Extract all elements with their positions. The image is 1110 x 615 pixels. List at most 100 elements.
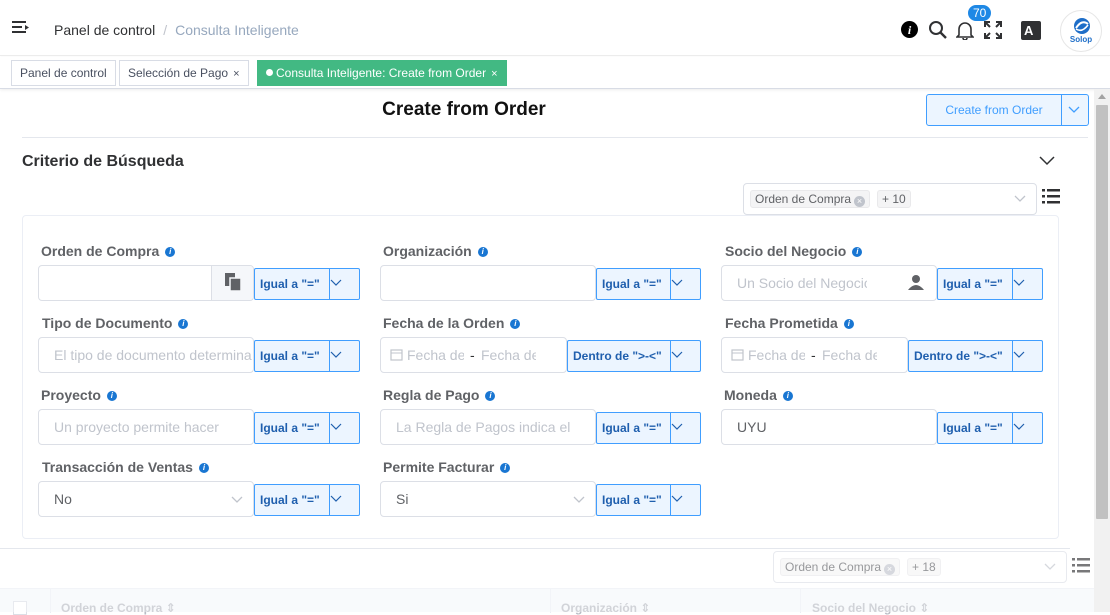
scroll-up-arrow-icon[interactable] — [1098, 93, 1106, 99]
list-settings-icon[interactable] — [1072, 557, 1090, 574]
operator-label: Igual a "=" — [602, 277, 662, 291]
operator-dropdown[interactable] — [1012, 413, 1042, 443]
operator-select-tipo-de-documento[interactable]: Igual a "=" — [254, 340, 360, 372]
bell-icon[interactable] — [956, 21, 974, 40]
info-icon[interactable]: i — [165, 247, 176, 257]
operator-dropdown[interactable] — [670, 341, 700, 371]
chip-close-icon[interactable]: × — [884, 564, 896, 575]
create-from-order-button[interactable]: Create from Order — [926, 94, 1089, 126]
transaccion-de-ventas-select[interactable]: No — [38, 481, 254, 517]
operator-select-proyecto[interactable]: Igual a "=" — [254, 412, 360, 444]
fecha-prometida-range[interactable]: Fecha de - Fecha de — [721, 337, 908, 373]
info-icon[interactable]: i — [198, 463, 209, 473]
operator-select-moneda[interactable]: Igual a "=" — [937, 412, 1043, 444]
info-icon[interactable]: i — [500, 463, 511, 473]
navbar: Panel de control / Consulta Inteligente i … — [0, 0, 1110, 56]
close-icon[interactable]: × — [233, 68, 239, 80]
operator-select-transaccion-de-ventas[interactable]: Igual a "=" — [254, 484, 360, 516]
close-icon[interactable]: × — [491, 68, 497, 80]
chevron-down-icon — [1013, 423, 1025, 430]
tab-seleccion-de-pago[interactable]: Selección de Pago × — [119, 60, 249, 86]
tab-consulta-inteligente[interactable]: Consulta Inteligente: Create from Order × — [257, 60, 507, 86]
organizacion-input[interactable] — [380, 265, 596, 301]
list-settings-icon[interactable] — [1042, 188, 1060, 205]
avatar-label: Solop — [1069, 35, 1093, 44]
field-label-orden-de-compra: Orden de Compra i — [41, 243, 176, 259]
info-icon[interactable]: i — [485, 391, 496, 401]
operator-dropdown[interactable] — [329, 413, 359, 443]
tags-view: Panel de control Selección de Pago × Cons… — [0, 57, 1110, 89]
field-label-fecha-prometida: Fecha Prometida i — [725, 315, 854, 331]
info-icon[interactable]: i — [852, 247, 863, 257]
tab-label: Panel de control — [20, 66, 107, 80]
select-value: Si — [396, 491, 409, 507]
operator-select-orden-de-compra[interactable]: Igual a "=" — [254, 268, 360, 300]
operator-dropdown[interactable] — [670, 269, 700, 299]
operator-dropdown[interactable] — [670, 413, 700, 443]
info-icon[interactable]: i — [901, 21, 918, 38]
document-button[interactable] — [211, 266, 253, 300]
permite-facturar-select[interactable]: Si — [380, 481, 596, 517]
chevron-down-icon[interactable] — [1038, 154, 1056, 168]
orden-de-compra-input[interactable] — [38, 265, 254, 301]
fecha-de-la-orden-range[interactable]: Fecha de - Fecha de — [380, 337, 567, 373]
operator-dropdown[interactable] — [1012, 269, 1042, 299]
chevron-down-icon[interactable] — [1067, 104, 1081, 116]
more-columns-chip: + 18 — [907, 558, 941, 576]
start-date-input[interactable]: Fecha de — [407, 338, 464, 372]
table-columns-selector[interactable]: Orden de Compra × + 18 — [773, 551, 1067, 583]
tipo-de-documento-input[interactable]: El tipo de documento determina — [38, 337, 254, 373]
info-icon[interactable]: i — [843, 319, 854, 329]
info-icon[interactable]: i — [477, 247, 488, 257]
tab-panel-de-control[interactable]: Panel de control — [11, 60, 116, 86]
chip-close-icon[interactable]: × — [854, 196, 866, 207]
scrollbar-thumb[interactable] — [1096, 105, 1108, 519]
selected-column-chip[interactable]: Orden de Compra × — [780, 558, 901, 576]
chevron-down-icon — [1013, 351, 1025, 358]
language-icon[interactable]: A — [1021, 21, 1041, 40]
moneda-input[interactable]: UYU — [721, 409, 937, 445]
column-header-orden-de-compra[interactable]: Orden de Compra ⇕ — [61, 601, 176, 615]
operator-select-regla-de-pago[interactable]: Igual a "=" — [596, 412, 701, 444]
operator-select-organizacion[interactable]: Igual a "=" — [596, 268, 701, 300]
column-divider — [550, 589, 551, 613]
start-date-input[interactable]: Fecha de — [748, 338, 805, 372]
info-icon[interactable]: i — [510, 319, 521, 329]
notification-count-badge: 70 — [967, 4, 993, 22]
operator-select-fecha-de-la-orden[interactable]: Dentro de ">-<" — [567, 340, 701, 372]
search-fields-selector[interactable]: Orden de Compra × + 10 — [743, 183, 1037, 215]
search-criteria-title[interactable]: Criterio de Búsqueda — [22, 153, 184, 171]
chevron-down-icon — [1044, 563, 1056, 570]
select-all-checkbox[interactable] — [13, 601, 27, 615]
operator-dropdown[interactable] — [329, 485, 359, 515]
regla-de-pago-input[interactable]: La Regla de Pagos indica el — [380, 409, 596, 445]
info-icon[interactable]: i — [178, 319, 189, 329]
chevron-down-icon — [1014, 195, 1026, 202]
socio-del-negocio-input[interactable]: Un Socio del Negocio — [721, 265, 937, 301]
operator-dropdown[interactable] — [329, 269, 359, 299]
info-icon[interactable]: i — [106, 391, 117, 401]
vertical-scrollbar[interactable] — [1094, 89, 1110, 612]
proyecto-input[interactable]: Un proyecto permite hacer — [38, 409, 254, 445]
info-icon[interactable]: i — [782, 391, 793, 401]
end-date-input[interactable]: Fecha de — [481, 338, 536, 372]
operator-select-socio-del-negocio[interactable]: Igual a "=" — [937, 268, 1043, 300]
operator-dropdown[interactable] — [329, 341, 359, 371]
avatar[interactable]: Solop — [1060, 10, 1102, 52]
menu-icon[interactable] — [12, 20, 30, 36]
column-header-socio-del-negocio[interactable]: Socio del Negocio ⇕ — [812, 601, 929, 615]
operator-dropdown[interactable] — [670, 485, 700, 515]
chip-label: Orden de Compra — [755, 192, 852, 206]
user-icon[interactable] — [908, 274, 924, 291]
column-header-organizacion[interactable]: Organización ⇕ — [561, 601, 650, 615]
operator-select-fecha-prometida[interactable]: Dentro de ">-<" — [908, 340, 1043, 372]
operator-dropdown[interactable] — [1012, 341, 1042, 371]
chevron-down-icon — [671, 279, 683, 286]
search-icon[interactable] — [928, 20, 948, 40]
end-date-input[interactable]: Fecha de — [822, 338, 877, 372]
selected-field-chip[interactable]: Orden de Compra × — [750, 190, 871, 208]
chevron-down-icon — [671, 495, 683, 502]
operator-select-permite-facturar[interactable]: Igual a "=" — [596, 484, 701, 516]
breadcrumb-item-dashboard[interactable]: Panel de control — [54, 22, 155, 38]
fullscreen-icon[interactable] — [984, 21, 1002, 39]
